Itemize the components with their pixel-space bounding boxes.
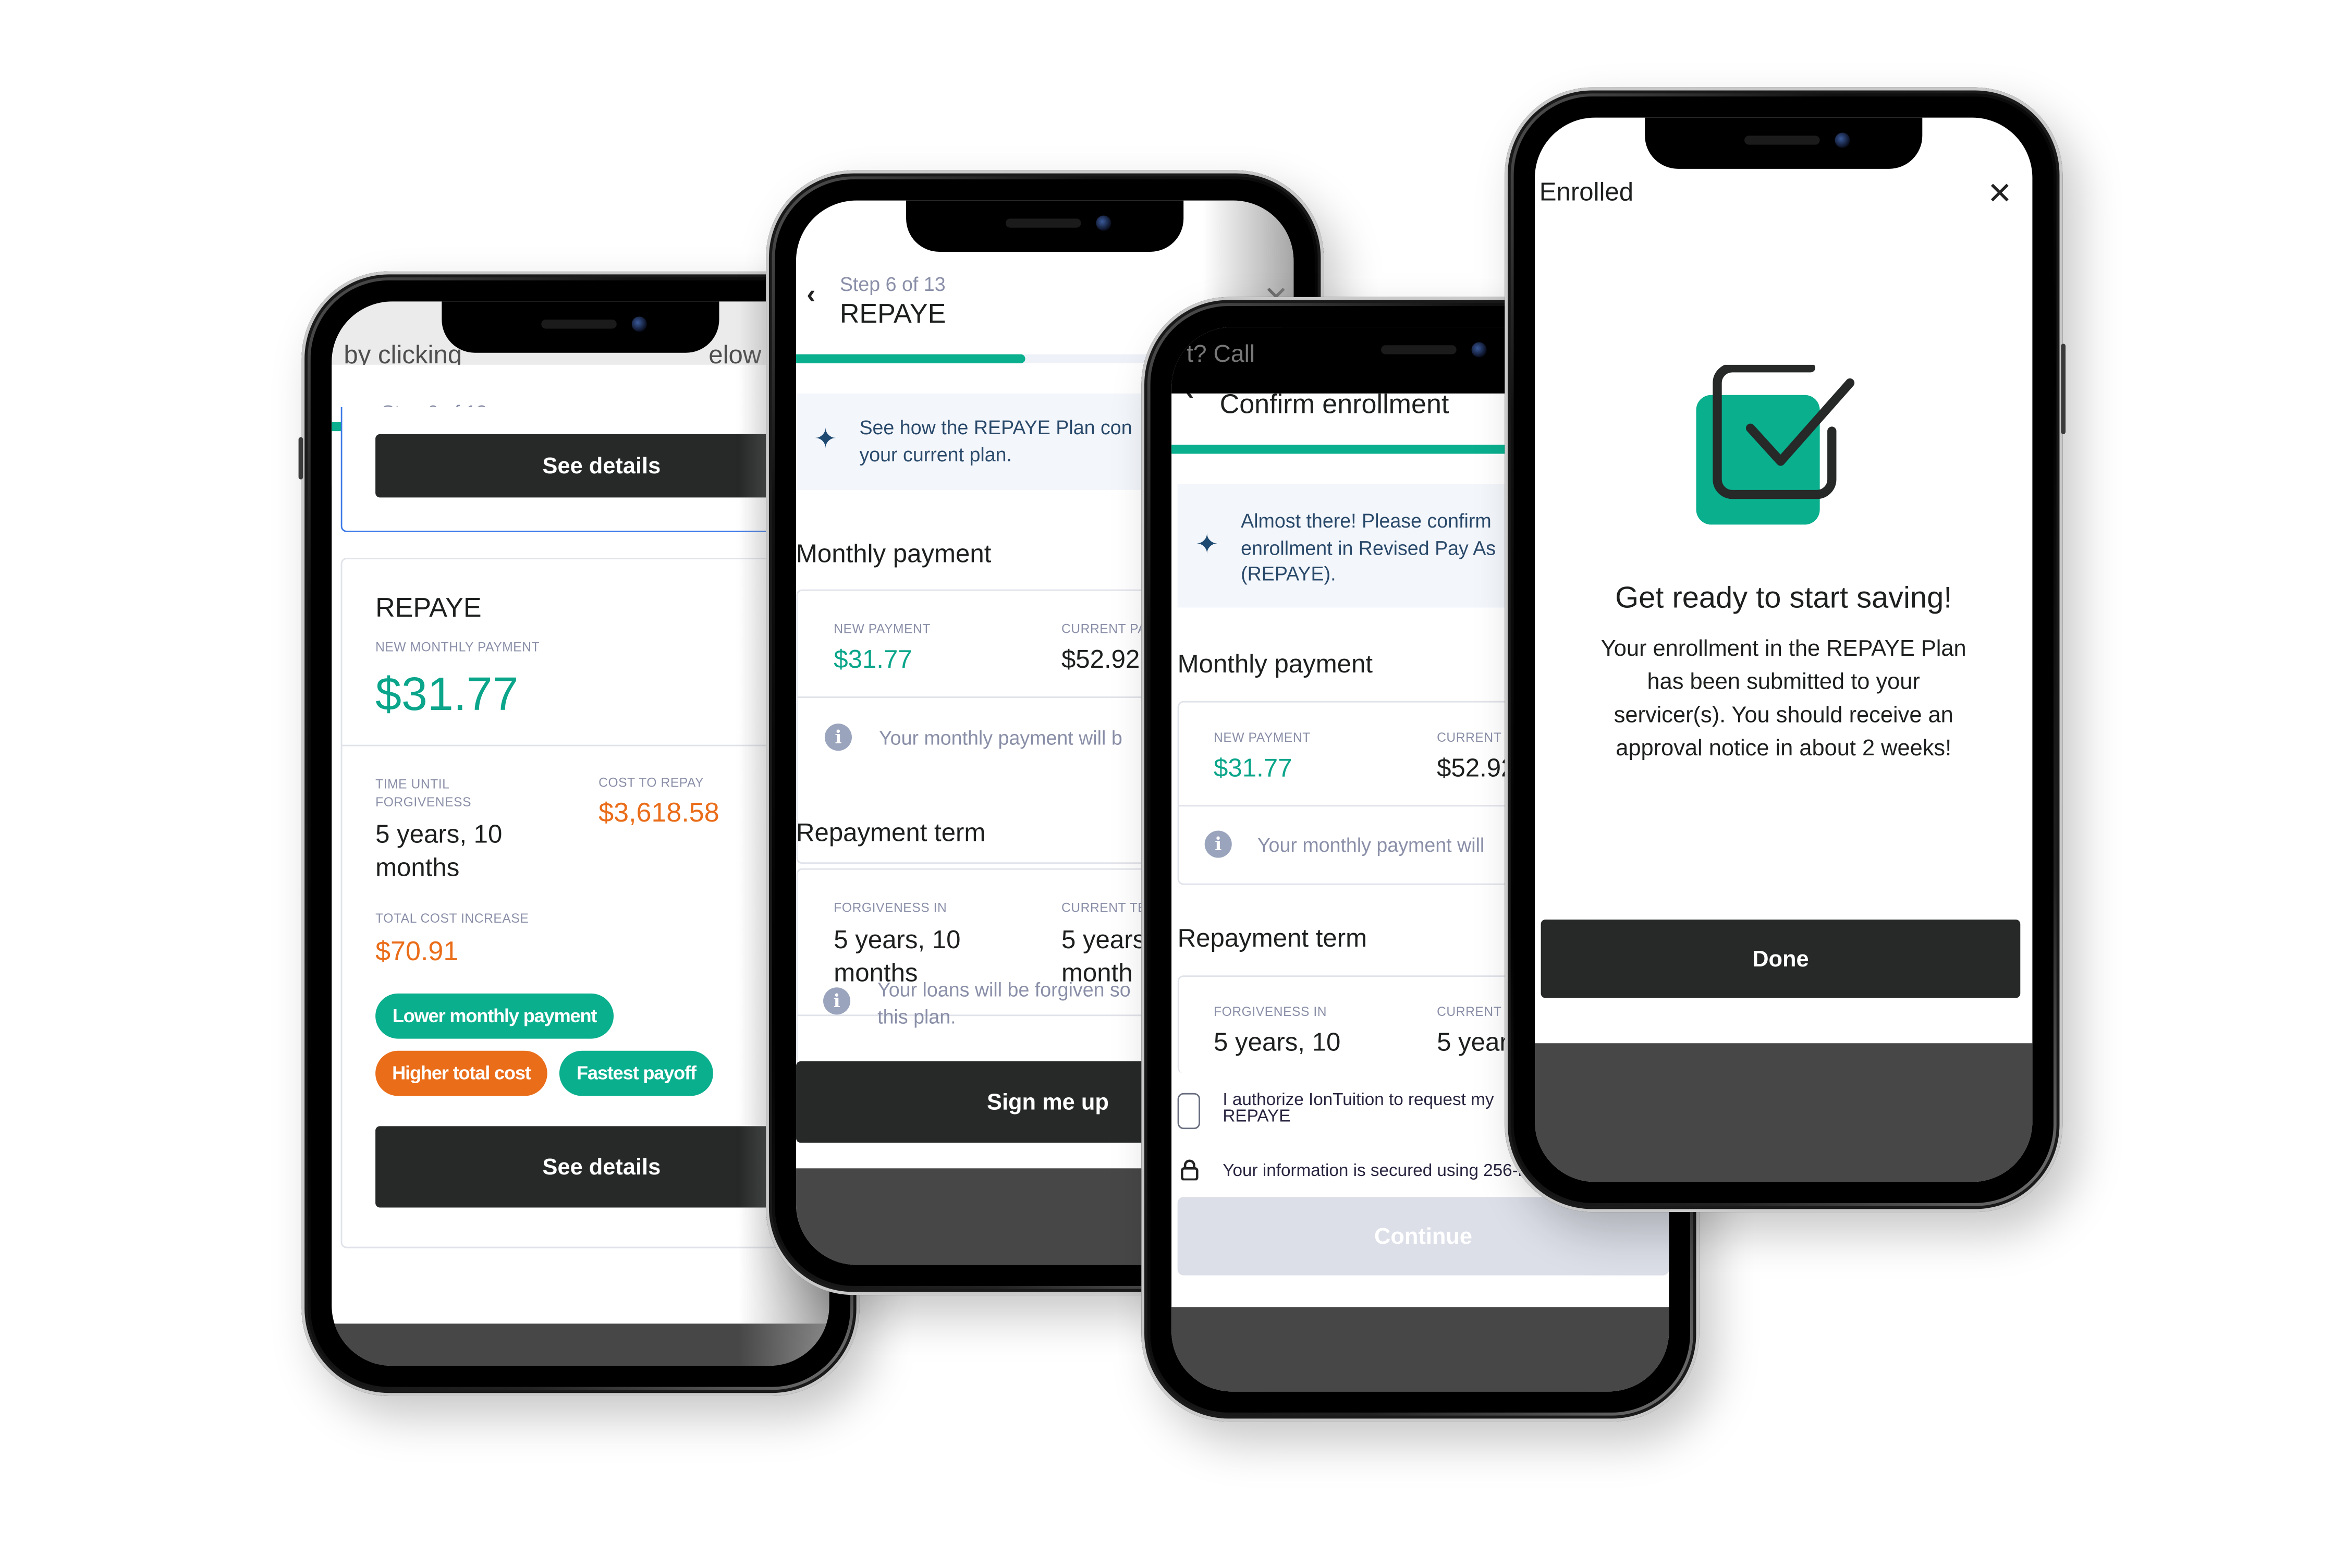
time-value-1: 5 years, 10 (375, 820, 503, 849)
total-cost-increase-value: $70.91 (375, 936, 459, 966)
cost-to-repay-label: COST TO REPAY (598, 775, 704, 790)
page-title: REPAYE (839, 298, 946, 329)
ghost-text: t? Call (1187, 342, 1255, 368)
time-until-value: 5 years, 10 months (375, 818, 502, 885)
info-icon: i (1204, 830, 1232, 858)
checkbox-success-icon (1693, 363, 1859, 531)
notch (442, 301, 719, 353)
tag-higher-total-cost: Higher total cost (375, 1050, 547, 1096)
authorize-line-1: I authorize IonTuition to request my (1223, 1091, 1494, 1110)
plan-name: REPAYE (375, 592, 482, 623)
home-indicator-area (1171, 1307, 1669, 1392)
info-icon: i (823, 987, 851, 1015)
new-payment-label: NEW PAYMENT (1214, 729, 1311, 745)
forgiveness-in-label: FORGIVENESS IN (834, 900, 947, 915)
tag-lower-monthly-payment: Lower monthly payment (375, 993, 614, 1039)
total-cost-increase-label: TOTAL COST INCREASE (375, 910, 529, 926)
cost-to-repay-value: $3,618.58 (598, 797, 719, 828)
banner-line-1: Almost there! Please confirm (1241, 509, 1492, 532)
current-term-value: 5 year (1437, 1028, 1508, 1057)
forgive-line-1: 5 years, 10 (834, 925, 961, 954)
current-term-label: CURRENT (1437, 1004, 1502, 1019)
close-icon[interactable]: ✕ (1987, 175, 2012, 212)
monthly-payment-heading: Monthly payment (796, 540, 992, 569)
current-payment-value: $52.92 (1437, 754, 1516, 782)
time-until-label: TIME UNTIL FORGIVENESS (375, 775, 471, 811)
term-note-line-1: Your loans will be forgiven so (877, 978, 1131, 1001)
body-line-3: servicer(s). You should receive an (1614, 702, 1953, 728)
screen: Enrolled ✕ Get ready to start saving! Yo… (1535, 117, 2033, 1182)
tag-fastest-payoff: Fastest payoff (559, 1050, 713, 1096)
step-indicator: Step 6 of 13 (839, 273, 946, 296)
phone-enrolled: Enrolled ✕ Get ready to start saving! Yo… (1505, 87, 2066, 1212)
banner-line-2: your current plan. (859, 443, 1012, 466)
back-chevron-icon[interactable]: ‹ (807, 279, 815, 311)
see-details-button-top[interactable]: See details (375, 434, 828, 498)
camera-icon (1096, 215, 1111, 231)
home-indicator-area (1535, 1043, 2033, 1182)
notch (1645, 117, 1923, 169)
camera-icon (631, 316, 647, 332)
new-payment-value: $31.77 (1214, 754, 1292, 782)
sparkle-icon: ✦ (1195, 529, 1219, 559)
page-title: Confirm enrollment (1219, 389, 1449, 419)
time-value-2: months (375, 853, 460, 882)
authorize-line-2: REPAYE (1223, 1108, 1291, 1126)
authorize-checkbox[interactable] (1177, 1093, 1201, 1130)
banner-text: See how the REPAYE Plan con your current … (859, 414, 1132, 469)
current-payment-label: CURRENT (1437, 729, 1502, 745)
new-monthly-label: NEW MONTHLY PAYMENT (375, 639, 540, 655)
monthly-payment-note: Your monthly payment will (1257, 834, 1485, 856)
side-button (2061, 344, 2066, 434)
done-button[interactable]: Done (1541, 920, 2021, 998)
new-payment-label: NEW PAYMENT (834, 621, 931, 636)
body-line-2: has been submitted to your (1647, 669, 1920, 695)
info-icon: i (824, 724, 852, 751)
term-note-line-2: this plan. (877, 1005, 956, 1028)
time-label-2: FORGIVENESS (375, 794, 472, 810)
page-title: Enrolled (1539, 178, 1634, 207)
secure-text: Your information is secured using 256-bi… (1223, 1162, 1551, 1181)
stage: by clicking elow ‹ Step 6 of 13 Choose a… (0, 0, 2346, 1568)
banner-line-2: enrollment in Revised Pay As (1241, 536, 1496, 559)
current-payment-label: CURRENT PA (1061, 621, 1147, 636)
body-line-1: Your enrollment in the REPAYE Plan (1600, 636, 1966, 662)
current-term-label: CURRENT TE (1061, 900, 1147, 915)
success-body: Your enrollment in the REPAYE Plan has b… (1535, 633, 2032, 766)
camera-icon (1471, 342, 1487, 358)
current-payment-value: $52.92 (1061, 645, 1140, 674)
new-payment-value: $31.77 (834, 645, 912, 674)
banner-line-1: See how the REPAYE Plan con (859, 416, 1132, 439)
screen: by clicking elow ‹ Step 6 of 13 Choose a… (332, 301, 829, 1366)
banner-text: Almost there! Please confirm enrollment i… (1241, 508, 1496, 587)
repayment-term-heading: Repayment term (1177, 924, 1367, 953)
forgiveness-in-value: 5 years, 10 (1214, 1028, 1341, 1057)
authorize-text: I authorize IonTuition to request my REPA… (1223, 1091, 1494, 1126)
monthly-payment-note: Your monthly payment will b (879, 726, 1122, 750)
camera-icon (1835, 132, 1850, 148)
body-line-4: approval notice in about 2 weeks! (1616, 736, 1952, 762)
home-indicator-area (332, 1324, 829, 1366)
forgiveness-note: Your loans will be forgiven so this plan. (877, 977, 1131, 1031)
banner-line-3: (REPAYE). (1241, 562, 1336, 585)
time-label-1: TIME UNTIL (375, 776, 450, 792)
plan-card-repaye: REPAYE NEW MONTHLY PAYMENT $31.77 TIME U… (340, 558, 829, 1248)
forgiveness-in-label: FORGIVENESS IN (1214, 1004, 1327, 1019)
new-monthly-value: $31.77 (375, 668, 519, 721)
progress-fill (796, 354, 1025, 363)
lock-icon (1180, 1159, 1199, 1181)
side-button (298, 437, 303, 480)
divider (342, 744, 829, 746)
notch (906, 200, 1184, 252)
see-details-button[interactable]: See details (375, 1126, 828, 1208)
success-heading: Get ready to start saving! (1615, 582, 1952, 615)
monthly-payment-heading: Monthly payment (1177, 650, 1373, 679)
sparkle-icon: ✦ (814, 423, 837, 454)
repayment-term-heading: Repayment term (796, 818, 986, 848)
current-term-line-1: 5 years (1061, 925, 1146, 954)
